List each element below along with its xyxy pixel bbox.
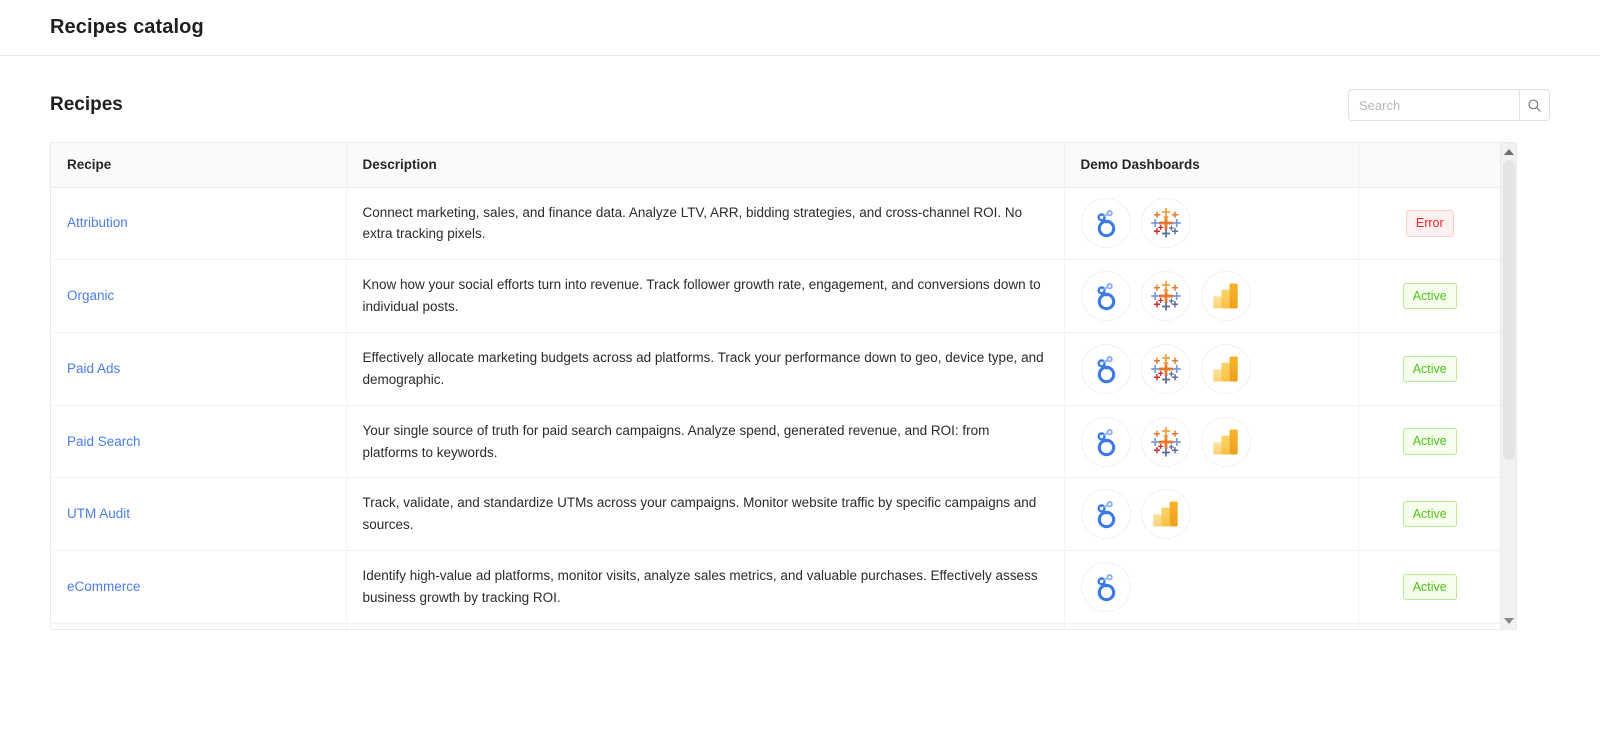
dashboard-icon-list <box>1081 489 1342 539</box>
cell-status: Active <box>1358 551 1501 624</box>
cell-recipe: Paid Ads Google Analytics <box>51 623 346 630</box>
cell-dashboards <box>1064 332 1358 405</box>
cell-status: Error <box>1358 187 1501 260</box>
cell-status: Active <box>1358 332 1501 405</box>
page-title: Recipes catalog <box>50 16 204 39</box>
looker-studio-icon[interactable] <box>1081 271 1131 321</box>
section-bar: Recipes <box>50 84 1550 126</box>
table-scrollbar[interactable] <box>1500 143 1516 629</box>
cell-description: Connect marketing, sales, and finance da… <box>346 187 1064 260</box>
tableau-icon[interactable] <box>1141 417 1191 467</box>
table-row: Paid Ads Effectively allocate marketing b… <box>51 332 1501 405</box>
table-row: Paid Search Your single source of truth f… <box>51 405 1501 478</box>
status-badge: Active <box>1403 428 1457 455</box>
scrollbar-up-button[interactable] <box>1501 143 1517 160</box>
cell-recipe: Organic <box>51 260 346 333</box>
looker-studio-icon[interactable] <box>1081 344 1131 394</box>
cell-dashboards <box>1064 405 1358 478</box>
scrollbar-thumb[interactable] <box>1503 160 1515 460</box>
status-badge: Active <box>1403 356 1457 383</box>
search-input[interactable] <box>1348 89 1519 121</box>
recipe-link[interactable]: eCommerce <box>67 579 141 594</box>
table-row: eCommerce Identify high-value ad platform… <box>51 551 1501 624</box>
cell-description: Your single source of truth for paid sea… <box>346 405 1064 478</box>
recipe-link[interactable]: UTM Audit <box>67 506 130 521</box>
status-badge: Error <box>1406 210 1454 237</box>
table-row: Organic Know how your social efforts turn… <box>51 260 1501 333</box>
table-row: Attribution Connect marketing, sales, and… <box>51 187 1501 260</box>
tableau-icon[interactable] <box>1141 271 1191 321</box>
column-header-dashboards: Demo Dashboards <box>1064 143 1358 187</box>
cell-recipe: Paid Search <box>51 405 346 478</box>
recipe-link[interactable]: Paid Ads <box>67 361 120 376</box>
recipe-link[interactable]: Attribution <box>67 215 128 230</box>
recipe-description: Track, validate, and standardize UTMs ac… <box>363 492 1048 536</box>
recipe-description: Know how your social efforts turn into r… <box>363 274 1048 318</box>
cell-description: Know how your social efforts turn into r… <box>346 260 1064 333</box>
column-header-status <box>1358 143 1501 187</box>
cell-dashboards <box>1064 623 1358 630</box>
section-title: Recipes <box>50 94 123 116</box>
column-header-description: Description <box>346 143 1064 187</box>
cell-recipe: eCommerce <box>51 551 346 624</box>
cell-status: Error <box>1358 623 1501 630</box>
cell-description: Future-proof your marketing analytics. M… <box>346 623 1064 630</box>
cell-recipe: Attribution <box>51 187 346 260</box>
cell-description: Track, validate, and standardize UTMs ac… <box>346 478 1064 551</box>
looker-studio-icon[interactable] <box>1081 562 1131 612</box>
recipes-table-container: Recipe Description Demo Dashboards Attri… <box>50 142 1517 630</box>
tableau-icon[interactable] <box>1141 198 1191 248</box>
cell-status: Active <box>1358 478 1501 551</box>
cell-description: Effectively allocate marketing budgets a… <box>346 332 1064 405</box>
recipe-link[interactable]: Organic <box>67 288 114 303</box>
chevron-down-icon <box>1504 618 1514 624</box>
recipe-description: Identify high-value ad platforms, monito… <box>363 565 1048 609</box>
cell-dashboards <box>1064 187 1358 260</box>
main-content: Recipes Recipe Description Demo Dashboar… <box>0 56 1600 630</box>
dashboard-icon-list <box>1081 198 1342 248</box>
recipes-table: Recipe Description Demo Dashboards Attri… <box>51 143 1501 630</box>
page-header: Recipes catalog <box>0 0 1600 56</box>
dashboard-icon-list <box>1081 562 1342 612</box>
power-bi-icon[interactable] <box>1201 417 1251 467</box>
dashboard-icon-list <box>1081 417 1342 467</box>
recipe-description: Your single source of truth for paid sea… <box>363 420 1048 464</box>
table-body: Attribution Connect marketing, sales, and… <box>51 187 1501 630</box>
status-badge: Active <box>1403 501 1457 528</box>
scrollbar-track[interactable] <box>1501 160 1517 612</box>
cell-status: Active <box>1358 260 1501 333</box>
table-row: UTM Audit Track, validate, and standardiz… <box>51 478 1501 551</box>
cell-dashboards <box>1064 478 1358 551</box>
chevron-up-icon <box>1504 149 1514 155</box>
cell-description: Identify high-value ad platforms, monito… <box>346 551 1064 624</box>
cell-recipe: Paid Ads <box>51 332 346 405</box>
looker-studio-icon[interactable] <box>1081 489 1131 539</box>
tableau-icon[interactable] <box>1141 344 1191 394</box>
cell-recipe: UTM Audit <box>51 478 346 551</box>
recipe-link[interactable]: Paid Search <box>67 434 141 449</box>
table-row: Paid Ads Google AnalyticsFuture-proof yo… <box>51 623 1501 630</box>
power-bi-icon[interactable] <box>1201 271 1251 321</box>
status-badge: Active <box>1403 574 1457 601</box>
recipe-description: Effectively allocate marketing budgets a… <box>363 347 1048 391</box>
table-header: Recipe Description Demo Dashboards <box>51 143 1501 187</box>
cell-dashboards <box>1064 260 1358 333</box>
column-header-recipe: Recipe <box>51 143 346 187</box>
table-header-row: Recipe Description Demo Dashboards <box>51 143 1501 187</box>
search-icon <box>1527 98 1542 113</box>
search-group <box>1348 89 1550 121</box>
cell-dashboards <box>1064 551 1358 624</box>
looker-studio-icon[interactable] <box>1081 198 1131 248</box>
scrollbar-down-button[interactable] <box>1501 612 1517 629</box>
dashboard-icon-list <box>1081 271 1342 321</box>
looker-studio-icon[interactable] <box>1081 417 1131 467</box>
cell-status: Active <box>1358 405 1501 478</box>
search-button[interactable] <box>1519 89 1550 121</box>
status-badge: Active <box>1403 283 1457 310</box>
recipe-description: Connect marketing, sales, and finance da… <box>363 202 1048 246</box>
dashboard-icon-list <box>1081 344 1342 394</box>
power-bi-icon[interactable] <box>1141 489 1191 539</box>
power-bi-icon[interactable] <box>1201 344 1251 394</box>
